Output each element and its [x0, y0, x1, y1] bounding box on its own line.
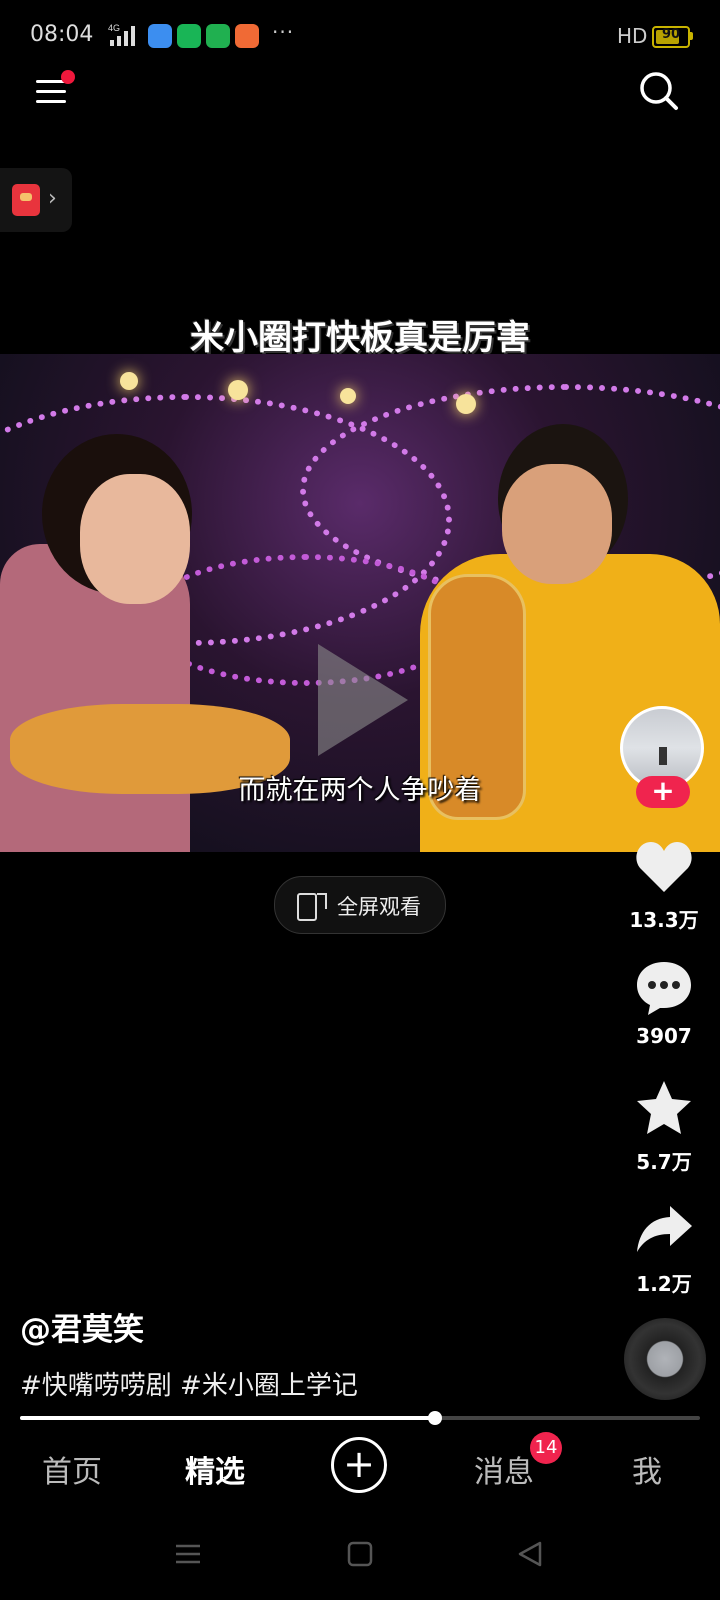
background-light	[340, 388, 356, 404]
recent-apps-icon[interactable]	[174, 1540, 202, 1568]
video-progress-bar[interactable]	[20, 1416, 700, 1420]
menu-notification-dot	[61, 70, 75, 84]
hd-indicator: HD	[617, 24, 648, 48]
play-icon[interactable]	[318, 644, 408, 756]
hashtags[interactable]: #快嘴唠唠剧 #米小圈上学记	[20, 1365, 358, 1402]
avatar-figure	[659, 747, 667, 765]
back-icon[interactable]	[516, 1540, 544, 1568]
wechat-app-icon	[177, 24, 201, 48]
progress-fill	[20, 1416, 435, 1420]
author-name[interactable]: @君莫笑	[20, 1304, 144, 1349]
reader-app-icon	[235, 24, 259, 48]
video-title: 米小圈打快板真是厉害	[190, 318, 530, 358]
fullscreen-button[interactable]: 全屏观看	[274, 876, 446, 934]
more-notifications: ···	[272, 20, 295, 44]
comment-icon[interactable]	[634, 958, 694, 1018]
nav-home[interactable]: 首页	[42, 1447, 102, 1491]
home-icon[interactable]	[346, 1540, 374, 1568]
background-light	[228, 380, 248, 400]
nav-messages[interactable]: 消息	[474, 1447, 534, 1491]
shares-count: 1.2万	[636, 1272, 692, 1296]
rotate-arrow-icon	[317, 893, 327, 909]
video-subtitle: 而就在两个人争吵着	[238, 775, 482, 806]
share-icon[interactable]	[634, 1200, 694, 1260]
search-icon[interactable]	[638, 70, 680, 112]
battery-level: 90	[661, 27, 681, 42]
battery-icon: 90	[652, 26, 690, 48]
rotate-screen-icon	[297, 893, 317, 921]
battery-tip	[690, 32, 693, 40]
chevron-right-icon: ›	[48, 186, 57, 211]
favorites-count: 5.7万	[636, 1150, 692, 1174]
likes-count: 13.3万	[629, 908, 699, 932]
comments-count: 3907	[636, 1024, 692, 1048]
browser-app-icon	[148, 24, 172, 48]
background-light	[120, 372, 138, 390]
background-light	[456, 394, 476, 414]
signal-icon: 4G	[108, 23, 135, 46]
music-disc-icon[interactable]	[624, 1318, 706, 1400]
girl-face	[80, 474, 190, 604]
network-label: 4G	[108, 23, 120, 33]
heart-icon[interactable]	[634, 838, 694, 898]
nav-featured[interactable]: 精选	[185, 1447, 245, 1491]
messages-badge: 14	[530, 1432, 562, 1464]
nav-me[interactable]: 我	[632, 1447, 662, 1491]
star-icon[interactable]	[634, 1078, 694, 1138]
status-time: 08:04	[30, 22, 94, 47]
wallet-app-icon	[206, 24, 230, 48]
add-post-button[interactable]: +	[331, 1437, 387, 1493]
progress-handle[interactable]	[427, 1411, 442, 1425]
plus-icon: +	[343, 1442, 375, 1486]
red-packet-button[interactable]: ›	[0, 168, 72, 232]
boy-face	[502, 464, 612, 584]
red-packet-icon	[12, 184, 40, 216]
follow-plus: +	[651, 774, 675, 807]
status-bar: 08:04 4G ··· HD 90	[0, 0, 720, 72]
fullscreen-label: 全屏观看	[337, 895, 421, 919]
follow-button[interactable]: +	[636, 774, 690, 808]
